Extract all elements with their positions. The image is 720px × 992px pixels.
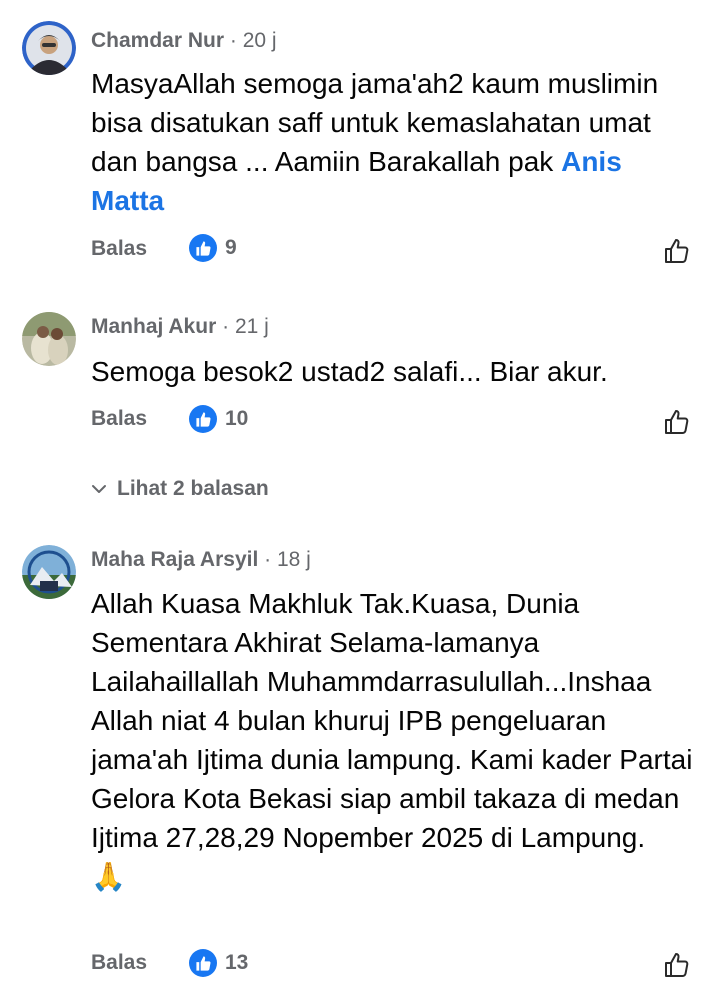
timestamp[interactable]: 21 j (235, 315, 269, 338)
avatar[interactable] (22, 545, 76, 599)
reply-button[interactable]: Balas (91, 237, 147, 261)
reply-button[interactable]: Balas (91, 951, 147, 975)
like-button[interactable] (662, 236, 692, 266)
separator: · (264, 548, 272, 571)
comment-meta: Maha Raja Arsyil · 18 j (91, 548, 311, 572)
thumbs-up-icon (189, 234, 217, 262)
thumbs-up-icon (189, 405, 217, 433)
like-button[interactable] (662, 950, 692, 980)
comment-body: Allah Kuasa Makhluk Tak.Kuasa, Dunia Sem… (91, 588, 693, 853)
view-replies-link[interactable]: Lihat 2 balasan (91, 477, 269, 501)
folded-hands-icon: 🙏 (91, 861, 126, 892)
avatar[interactable] (22, 312, 76, 366)
author-name[interactable]: Maha Raja Arsyil (91, 548, 258, 571)
separator: · (229, 29, 237, 52)
like-count: 9 (225, 236, 237, 259)
reaction-summary[interactable]: 9 (189, 234, 237, 262)
thumbs-up-icon (189, 949, 217, 977)
author-name[interactable]: Chamdar Nur (91, 29, 224, 52)
comment-text: MasyaAllah semoga jama'ah2 kaum muslimin… (91, 64, 696, 220)
view-replies-label: Lihat 2 balasan (117, 477, 269, 500)
comment-meta: Chamdar Nur · 20 j (91, 29, 277, 53)
like-count: 10 (225, 407, 249, 430)
comment-text: Allah Kuasa Makhluk Tak.Kuasa, Dunia Sem… (91, 584, 696, 896)
timestamp[interactable]: 18 j (277, 548, 311, 571)
author-name[interactable]: Manhaj Akur (91, 315, 216, 338)
comment-text: Semoga besok2 ustad2 salafi... Biar akur… (91, 356, 608, 387)
chevron-down-icon (91, 481, 107, 497)
like-button[interactable] (662, 407, 692, 437)
separator: · (222, 315, 230, 338)
reply-button[interactable]: Balas (91, 407, 147, 431)
reaction-summary[interactable]: 10 (189, 405, 248, 433)
avatar[interactable] (22, 21, 76, 75)
thumbs-up-outline-icon (665, 239, 689, 263)
comment-meta: Manhaj Akur · 21 j (91, 315, 269, 339)
like-count: 13 (225, 951, 249, 974)
reaction-summary[interactable]: 13 (189, 949, 248, 977)
thumbs-up-outline-icon (665, 953, 689, 977)
thumbs-up-outline-icon (665, 410, 689, 434)
timestamp[interactable]: 20 j (243, 29, 277, 52)
